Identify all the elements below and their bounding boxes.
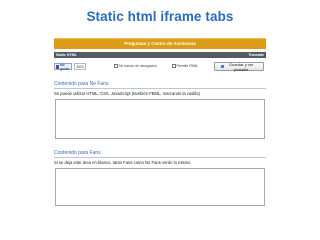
slide-title: Static html iframe tabs bbox=[86, 9, 234, 24]
divider bbox=[54, 88, 266, 89]
checkbox-icon bbox=[114, 64, 118, 68]
section-nofans-title: Contenido para No Fans bbox=[54, 81, 109, 87]
like-label: Me gusta bbox=[60, 62, 70, 71]
like-button[interactable]: Me gusta bbox=[54, 62, 72, 71]
allow-fbml-label: Permitir FBML bbox=[176, 64, 199, 68]
section-fans: Contenido para Fans Si se deja este área… bbox=[54, 150, 266, 206]
checkbox-icon bbox=[172, 64, 176, 68]
tab-bar: Static HTML Translate bbox=[54, 52, 266, 58]
no-scrollbars-label: Sin barras de navegación bbox=[118, 64, 157, 68]
facebook-icon bbox=[56, 64, 59, 69]
save-and-view-button[interactable]: Guardar y ver pestaña bbox=[214, 61, 264, 72]
section-nofans: Contenido para No Fans Se puede utilizar… bbox=[54, 81, 266, 139]
section-fans-desc: Si se deja este área en blanco, tanto Fa… bbox=[54, 160, 191, 165]
app-screenshot: Preguntas y Centro de Asistencia Static … bbox=[54, 38, 266, 238]
allow-fbml-checkbox[interactable]: Permitir FBML bbox=[172, 64, 198, 68]
fans-content-editor[interactable] bbox=[55, 168, 265, 206]
like-count: 3600 bbox=[74, 63, 86, 70]
section-nofans-desc: Se puede utilizar HTML, CSS, JavaScript … bbox=[54, 91, 200, 96]
app-header: Preguntas y Centro de Asistencia bbox=[54, 38, 266, 49]
translate-link[interactable]: Translate bbox=[248, 53, 264, 57]
nofans-content-editor[interactable] bbox=[55, 99, 265, 139]
divider bbox=[54, 157, 266, 158]
tab-static-html[interactable]: Static HTML bbox=[56, 53, 77, 57]
section-fans-title: Contenido para Fans bbox=[54, 150, 101, 156]
toolbar: Me gusta 3600 Sin barras de navegación P… bbox=[54, 62, 266, 72]
save-label: Guardar y ver pestaña bbox=[228, 61, 254, 72]
no-scrollbars-checkbox[interactable]: Sin barras de navegación bbox=[114, 64, 157, 68]
save-icon bbox=[221, 64, 224, 69]
